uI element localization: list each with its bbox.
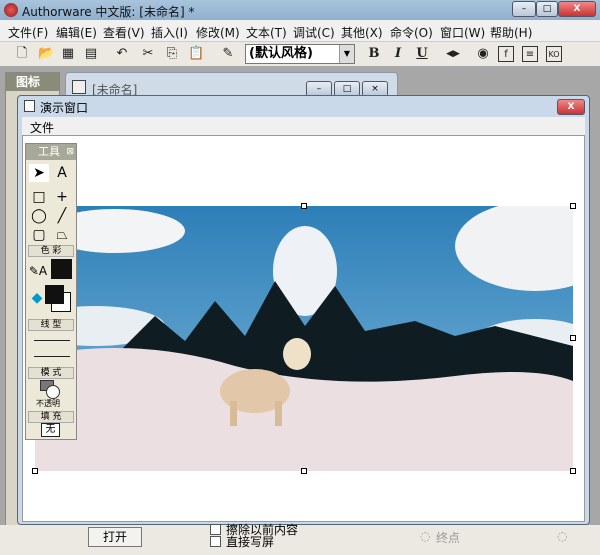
endpoint-label: 终点	[436, 531, 461, 545]
menu-insert[interactable]: 插入(I)	[151, 24, 188, 41]
color-section-label: 色 彩	[28, 245, 74, 257]
presentation-menu-bar: 文件	[22, 117, 585, 135]
toolbar: 🗋 📂 ▦ ▤ ↶ ✂ ⎘ 📋 ✎ (默认风格) ▼ B I U ◀▶ ◉ f ≡…	[0, 42, 600, 67]
pencil-icon: ✎A	[28, 264, 48, 278]
chevron-down-icon[interactable]: ▼	[339, 45, 354, 63]
direct-to-screen-label: 直接写屏	[226, 535, 275, 549]
resize-handle[interactable]	[301, 468, 307, 474]
close-button[interactable]: X	[558, 1, 596, 17]
minimize-button[interactable]: –	[512, 1, 536, 17]
line-style-option[interactable]	[34, 356, 70, 357]
italic-button[interactable]: I	[390, 46, 406, 62]
toolbox-title: 工具 ⊠	[26, 144, 76, 160]
presentation-window-title: 演示窗口	[40, 101, 89, 115]
menu-other[interactable]: 其他(X)	[341, 24, 383, 41]
app-logo-icon	[4, 3, 18, 17]
underline-button[interactable]: U	[414, 46, 430, 62]
presentation-window: 演示窗口 X 文件	[17, 95, 590, 525]
mode-value: 不透明	[36, 399, 60, 408]
app-title: Authorware 中文版: [未命名] *	[22, 5, 195, 19]
toolbox-title-text: 工具	[38, 145, 60, 158]
flowline-icon	[72, 80, 86, 94]
line-section-label: 线 型	[28, 319, 74, 331]
resize-handle[interactable]	[32, 468, 38, 474]
undo-icon[interactable]: ↶	[114, 46, 130, 62]
menu-help[interactable]: 帮助(H)	[490, 24, 532, 41]
resize-handle[interactable]	[570, 203, 576, 209]
maximize-button[interactable]: □	[536, 1, 558, 17]
line-tool-icon[interactable]: ╱	[52, 207, 72, 225]
functions-icon[interactable]: f	[498, 46, 514, 62]
menu-view[interactable]: 查看(V)	[103, 24, 145, 41]
menu-command[interactable]: 命令(O)	[390, 24, 433, 41]
foreground-color-swatch[interactable]	[45, 285, 64, 304]
rectangle-tool-icon[interactable]: □	[29, 188, 49, 206]
rounded-rect-tool-icon[interactable]: ▢	[29, 226, 49, 244]
ellipse-tool-icon[interactable]: ◯	[29, 207, 49, 225]
radio-option[interactable]: ◌	[557, 529, 567, 543]
style-value: (默认风格)	[249, 46, 313, 61]
presentation-window-icon	[24, 100, 35, 112]
copy-icon[interactable]: ⎘	[164, 46, 180, 62]
pointer-tool-icon[interactable]: ➤	[29, 164, 49, 182]
open-file-icon[interactable]: 📂	[38, 46, 54, 62]
properties-panel: 打开 擦除以前内容 直接写屏 ◌ 终点 ◌	[0, 523, 600, 555]
mode-circle-icon	[46, 385, 60, 399]
menu-debug[interactable]: 调试(C)	[293, 24, 335, 41]
menu-window[interactable]: 窗口(W)	[440, 24, 485, 41]
cross-tool-icon[interactable]: +	[52, 188, 72, 206]
thin-line-option[interactable]	[34, 340, 70, 341]
menu-bar: 文件(F) 编辑(E) 查看(V) 插入(I) 修改(M) 文本(T) 调试(C…	[0, 20, 600, 42]
app-titlebar: Authorware 中文版: [未命名] * – □ X	[0, 0, 600, 20]
fill-section-label: 填 充	[28, 411, 74, 423]
presentation-close-button[interactable]: X	[557, 99, 585, 115]
menu-file[interactable]: 文件(F)	[8, 24, 48, 41]
style-select[interactable]: (默认风格) ▼	[245, 44, 355, 64]
menu-edit[interactable]: 编辑(E)	[56, 24, 97, 41]
polygon-tool-icon[interactable]: ⏢	[52, 226, 72, 244]
toolbox-panel: 工具 ⊠ ➤ A □ + ◯ ╱ ▢ ⏢ 色 彩 ✎A ◆ 线 型 模 式 不透明…	[25, 143, 77, 440]
endpoint-radio[interactable]: ◌	[420, 529, 430, 543]
close-icon[interactable]: ⊠	[66, 144, 74, 160]
menu-text[interactable]: 文本(T)	[246, 24, 287, 41]
line-color-swatch[interactable]	[51, 259, 72, 279]
run-icon[interactable]: ◀▶	[445, 46, 461, 62]
find-icon[interactable]: ✎	[220, 46, 236, 62]
menu-modify[interactable]: 修改(M)	[196, 24, 240, 41]
paint-bucket-icon: ◆	[31, 290, 43, 306]
cut-icon[interactable]: ✂	[140, 46, 156, 62]
direct-to-screen-checkbox[interactable]	[210, 536, 221, 547]
new-file-icon[interactable]: 🗋	[14, 46, 30, 62]
presentation-canvas	[22, 135, 585, 522]
open-button[interactable]: 打开	[88, 527, 142, 547]
mode-section-label: 模 式	[28, 367, 74, 379]
erase-previous-checkbox[interactable]	[210, 524, 221, 535]
text-tool-icon[interactable]: A	[52, 164, 72, 182]
resize-handle[interactable]	[570, 335, 576, 341]
resize-handle[interactable]	[301, 203, 307, 209]
import-icon[interactable]: ▤	[83, 46, 99, 62]
icon-palette-title: 图标	[6, 73, 59, 91]
presentation-menu-file[interactable]: 文件	[30, 119, 54, 136]
paste-icon[interactable]: 📋	[188, 46, 204, 62]
snow-dog-photo[interactable]	[35, 206, 573, 471]
control-panel-icon[interactable]: ◉	[475, 46, 491, 62]
bold-button[interactable]: B	[366, 46, 382, 62]
variables-icon[interactable]: ≡	[522, 46, 538, 62]
resize-handle[interactable]	[570, 468, 576, 474]
knowledge-objects-icon[interactable]: KO	[546, 46, 562, 62]
save-all-icon[interactable]: ▦	[60, 46, 76, 62]
fill-option[interactable]: 无	[41, 423, 60, 437]
